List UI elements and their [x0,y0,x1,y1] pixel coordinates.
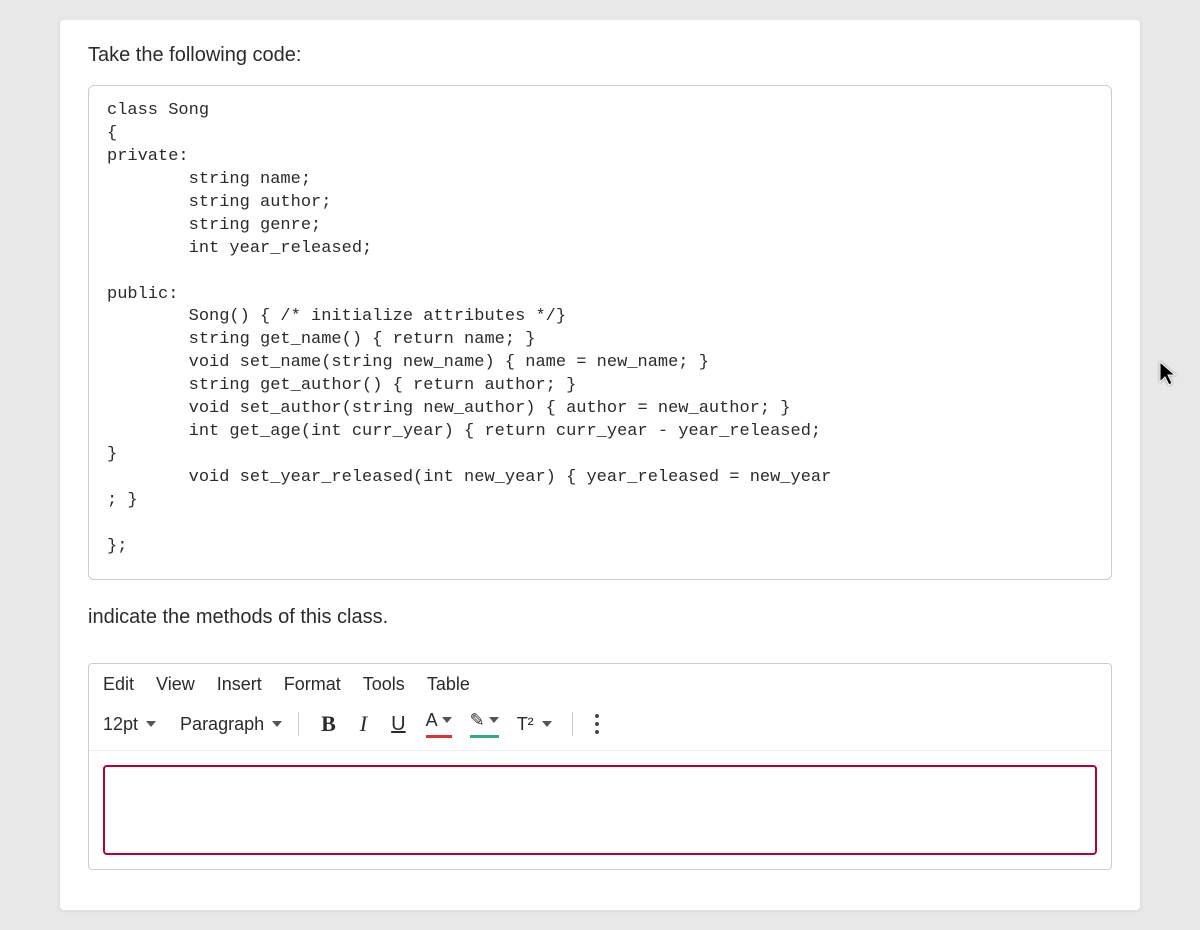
chevron-down-icon [146,721,156,727]
text-color-swatch [426,735,452,738]
chevron-down-icon [489,717,499,723]
more-options-button[interactable] [589,714,605,734]
menu-insert[interactable]: Insert [217,674,262,695]
chevron-down-icon [272,721,282,727]
bold-button[interactable]: B [315,711,342,737]
menu-table[interactable]: Table [427,674,470,695]
question-instruction: indicate the methods of this class. [88,606,1112,629]
font-size-label: 12pt [103,714,138,735]
question-prompt: Take the following code: [88,44,1112,67]
highlight-icon: ✎ [470,711,485,729]
highlight-color-button[interactable]: ✎ [466,711,503,738]
menu-format[interactable]: Format [284,674,341,695]
superscript-button[interactable]: T² [513,714,556,735]
code-block: class Song { private: string name; strin… [88,85,1112,580]
underline-button[interactable]: U [385,713,411,736]
font-size-dropdown[interactable]: 12pt [103,714,156,735]
menu-view[interactable]: View [156,674,195,695]
block-format-dropdown[interactable]: Paragraph [180,714,282,735]
toolbar-divider [298,712,299,736]
dot-icon [595,730,599,734]
mouse-cursor-icon [1158,360,1178,393]
dot-icon [595,722,599,726]
text-color-letter: A [426,711,438,729]
superscript-label: T² [517,714,534,735]
chevron-down-icon [542,721,552,727]
question-container: Take the following code: class Song { pr… [60,20,1140,910]
chevron-down-icon [442,717,452,723]
italic-button[interactable]: I [352,711,375,737]
dot-icon [595,714,599,718]
menu-tools[interactable]: Tools [363,674,405,695]
menu-edit[interactable]: Edit [103,674,134,695]
highlight-swatch [470,735,499,738]
text-color-button[interactable]: A [422,711,456,738]
rich-text-editor: Edit View Insert Format Tools Table 12pt… [88,663,1112,870]
block-format-label: Paragraph [180,714,264,735]
editor-toolbar: 12pt Paragraph B I U A ✎ [89,703,1111,751]
editor-menubar: Edit View Insert Format Tools Table [89,664,1111,703]
editor-content-area[interactable] [103,765,1097,855]
toolbar-divider [572,712,573,736]
